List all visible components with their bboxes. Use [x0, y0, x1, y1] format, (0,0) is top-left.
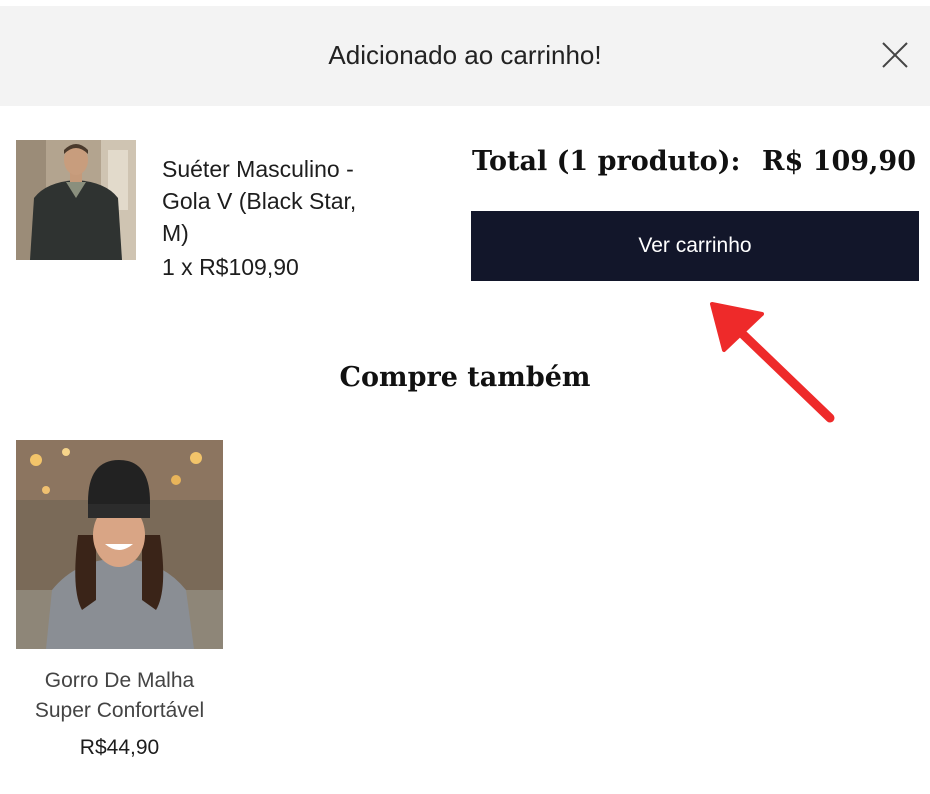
view-cart-button[interactable]: Ver carrinho	[471, 211, 919, 281]
recommendation-name[interactable]: Gorro De Malha Super Confortável	[16, 666, 223, 726]
popup-title: Adicionado ao carrinho!	[328, 40, 602, 70]
cart-item-image	[16, 140, 136, 260]
recommendations-title: Compre também	[339, 362, 591, 393]
total-value: R$ 109,90	[762, 146, 916, 177]
recommendation-image[interactable]	[16, 440, 223, 649]
cart-popup: Adicionado ao carrinho! Suéter Masculino…	[0, 0, 930, 794]
close-icon	[882, 42, 908, 68]
close-button[interactable]	[880, 40, 920, 80]
cart-item-name[interactable]: Suéter Masculino - Gola V (Black Star, M…	[162, 153, 382, 249]
popup-header: Adicionado ao carrinho!	[0, 6, 930, 106]
cart-item-quantity-price: 1 x R$109,90	[162, 254, 299, 280]
total-label: Total (1 produto):	[472, 146, 741, 177]
recommendation-price: R$44,90	[79, 736, 160, 759]
recommendation-card[interactable]: Gorro De Malha Super Confortável R$44,90	[16, 440, 223, 760]
